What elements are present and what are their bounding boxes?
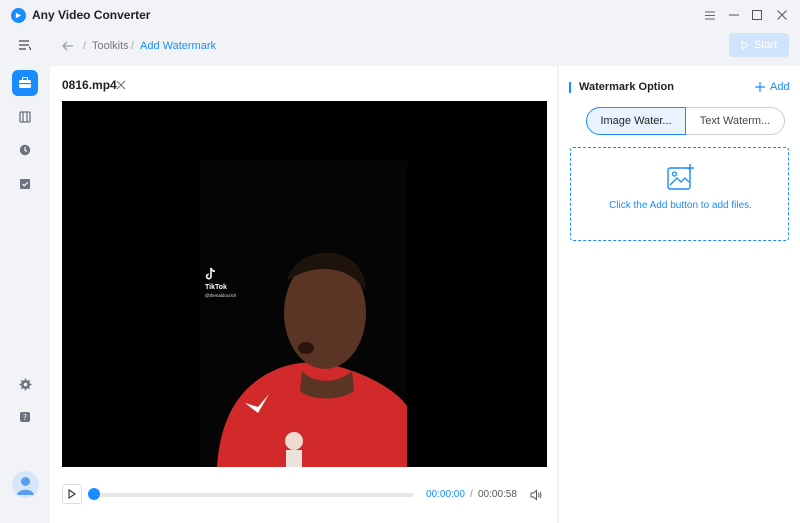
remove-file-icon[interactable] <box>116 77 128 91</box>
add-button[interactable]: Add <box>755 81 790 93</box>
seek-bar[interactable] <box>93 493 414 497</box>
play-icon <box>741 40 749 50</box>
breadcrumb-toolkits[interactable]: Toolkits <box>92 40 129 52</box>
history-icon[interactable] <box>12 137 38 163</box>
tab-image-watermark[interactable]: Image Water... <box>586 107 686 135</box>
title-bar: Any Video Converter <box>0 0 800 30</box>
preview-panel: 0816.mp4 TikTok @thenaldocrich 00:00:00 … <box>50 66 557 523</box>
watermark-option-title: Watermark Option <box>569 82 674 93</box>
current-time: 00:00:00 <box>426 489 465 500</box>
start-label: Start <box>753 39 778 51</box>
menu-icon[interactable] <box>12 32 38 58</box>
close-icon[interactable] <box>772 6 792 24</box>
drop-zone[interactable]: Click the Add button to add files. <box>570 147 789 241</box>
tasks-icon[interactable] <box>12 171 38 197</box>
back-arrow-icon[interactable] <box>60 38 76 54</box>
plus-icon <box>755 82 765 92</box>
tab-text-watermark[interactable]: Text Waterm... <box>686 107 785 135</box>
seek-knob[interactable] <box>88 488 100 500</box>
left-rail: ? <box>0 30 50 523</box>
toolbox-icon[interactable] <box>12 70 38 96</box>
breadcrumb-separator: / <box>83 40 87 52</box>
breadcrumb-current: Add Watermark <box>140 40 217 52</box>
play-button[interactable] <box>62 484 82 504</box>
video-frame <box>62 101 547 467</box>
add-image-icon <box>667 163 695 191</box>
add-label: Add <box>770 81 790 93</box>
settings-icon[interactable] <box>12 371 38 397</box>
breadcrumb-separator: / <box>131 40 135 52</box>
volume-icon[interactable] <box>530 488 542 501</box>
help-icon[interactable]: ? <box>12 404 38 430</box>
app-title: Any Video Converter <box>32 8 151 22</box>
watermark-panel: Watermark Option Add Image Water... Text… <box>559 66 800 523</box>
film-icon[interactable] <box>12 104 38 130</box>
tiktok-username: @thenaldocrich <box>205 293 237 298</box>
play-icon <box>68 489 76 499</box>
minimize-icon[interactable] <box>724 6 744 24</box>
video-preview[interactable]: TikTok @thenaldocrich <box>62 101 547 467</box>
watermark-type-toggle: Image Water... Text Waterm... <box>586 107 785 135</box>
hamburger-icon[interactable] <box>700 6 720 24</box>
maximize-icon[interactable] <box>747 6 767 24</box>
total-time: 00:00:58 <box>478 489 517 500</box>
svg-text:?: ? <box>23 413 27 422</box>
drop-zone-hint: Click the Add button to add files. <box>609 200 752 211</box>
avatar[interactable] <box>12 471 39 498</box>
tiktok-brand-text: TikTok <box>205 284 227 291</box>
app-logo-icon <box>11 8 26 23</box>
start-button[interactable]: Start <box>729 33 789 57</box>
file-name: 0816.mp4 <box>62 78 117 92</box>
time-separator: / <box>470 489 473 500</box>
